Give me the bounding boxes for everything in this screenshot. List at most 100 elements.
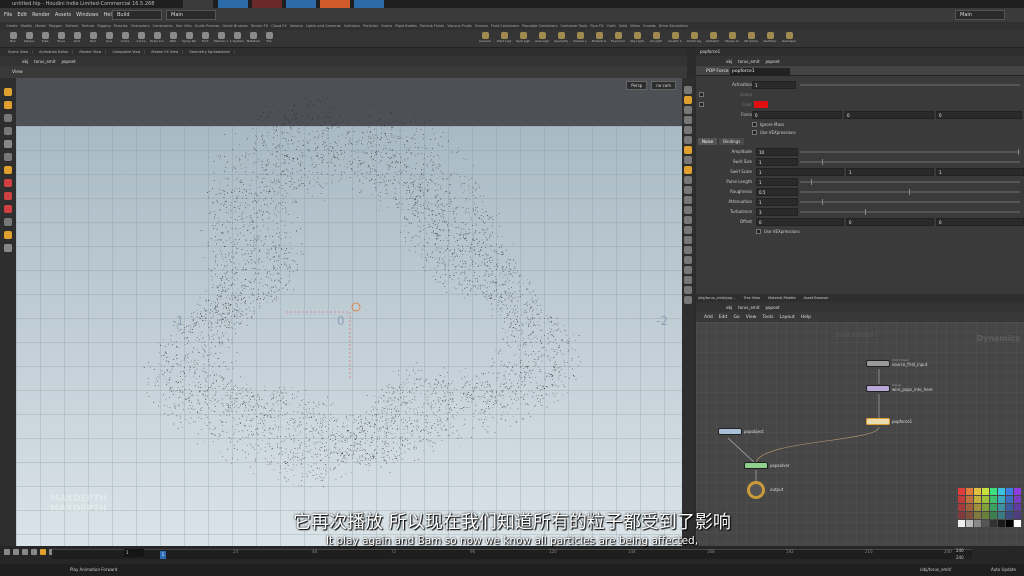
shelf-tab[interactable]: Model bbox=[35, 24, 46, 28]
shelf-tab[interactable]: Guide Brushes bbox=[222, 24, 247, 28]
tab-composite-view[interactable]: Composite View bbox=[108, 50, 146, 54]
light-tool-spot-light[interactable]: Spot Light bbox=[516, 31, 530, 47]
palette-swatch[interactable] bbox=[1014, 504, 1021, 511]
noise-vector-field[interactable]: 0 bbox=[936, 218, 1024, 226]
shelf-tab[interactable]: Pyro FX bbox=[590, 24, 603, 28]
noise-vector-field[interactable]: 1 bbox=[936, 168, 1024, 176]
build-dropdown[interactable]: Build bbox=[112, 10, 162, 20]
display-option-icon[interactable] bbox=[684, 246, 692, 254]
slider-handle[interactable] bbox=[1018, 149, 1019, 155]
shelf-tab[interactable]: Particle Fluids bbox=[420, 24, 444, 28]
shelf-tool-tube[interactable]: Tube bbox=[38, 31, 52, 47]
viewport-tool-icon[interactable] bbox=[4, 231, 12, 239]
net-path-popnet[interactable]: popnet bbox=[765, 305, 779, 310]
viewport-tool-icon[interactable] bbox=[4, 218, 12, 226]
play-back-icon[interactable] bbox=[22, 549, 28, 555]
shelf-tool-file[interactable]: File bbox=[262, 31, 276, 47]
start-frame-field[interactable]: 1 bbox=[124, 549, 144, 557]
tab-geometry-spreadsheet[interactable]: Geometry Spreadsheet bbox=[185, 50, 235, 54]
force-z[interactable]: 0 bbox=[936, 111, 1022, 119]
net-path-obj[interactable]: obj bbox=[726, 305, 732, 310]
node-name-field[interactable]: popforce1 bbox=[730, 68, 790, 75]
menu-file[interactable]: File bbox=[4, 12, 12, 18]
shelf-tab[interactable]: Wires bbox=[630, 24, 640, 28]
palette-swatch[interactable] bbox=[998, 496, 1005, 503]
param-path-obj[interactable]: obj bbox=[726, 59, 732, 64]
palette-swatch[interactable] bbox=[1006, 488, 1013, 495]
param-path-torus-emit[interactable]: torus_emit bbox=[738, 59, 759, 64]
palette-swatch[interactable] bbox=[982, 488, 989, 495]
shelf-tab[interactable]: Fluid Containers bbox=[491, 24, 519, 28]
light-tool-gi-light[interactable]: GI Light bbox=[649, 31, 663, 47]
desktop-dropdown[interactable]: Main bbox=[955, 10, 1005, 20]
end-frame-2[interactable]: 240 bbox=[956, 555, 964, 560]
palette-swatch[interactable] bbox=[1014, 488, 1021, 495]
tab-popforce1[interactable]: popforce1 bbox=[700, 49, 720, 54]
display-option-icon[interactable] bbox=[684, 236, 692, 244]
shelf-tab[interactable]: Populate Containers bbox=[522, 24, 557, 28]
palette-swatch[interactable] bbox=[974, 496, 981, 503]
viewport-tool-icon[interactable] bbox=[4, 244, 12, 252]
palette-swatch[interactable] bbox=[998, 504, 1005, 511]
net-menu-help[interactable]: Help bbox=[801, 315, 811, 320]
viewport-tool-icon[interactable] bbox=[4, 205, 12, 213]
slider-handle[interactable] bbox=[821, 199, 823, 205]
light-tool-distant-light[interactable]: Distant Light bbox=[592, 31, 606, 47]
play-forward-icon[interactable] bbox=[40, 549, 46, 555]
light-tool-portal-light[interactable]: Portal Light bbox=[687, 31, 701, 47]
palette-swatch[interactable] bbox=[966, 504, 973, 511]
light-tool-gamepad-camera[interactable]: Gamepad Camera bbox=[782, 31, 796, 47]
viewport-tool-icon[interactable] bbox=[4, 114, 12, 122]
display-option-icon[interactable] bbox=[684, 216, 692, 224]
auto-update-button[interactable]: Auto Update bbox=[991, 567, 1016, 572]
shelf-tab[interactable]: Modify bbox=[21, 24, 33, 28]
noise-slider[interactable] bbox=[800, 189, 1020, 195]
shelf-tool-box[interactable]: Box bbox=[6, 31, 20, 47]
group-toggle[interactable] bbox=[699, 92, 704, 97]
viewport-tool-icon[interactable] bbox=[4, 140, 12, 148]
tab-network[interactable]: /obj/torus_emit/pop... bbox=[698, 296, 735, 300]
display-option-icon[interactable] bbox=[684, 146, 692, 154]
param-path-popnet[interactable]: popnet bbox=[765, 59, 779, 64]
palette-swatch[interactable] bbox=[1006, 504, 1013, 511]
palette-swatch[interactable] bbox=[966, 488, 973, 495]
noise-vector-field[interactable]: 0 bbox=[756, 218, 844, 226]
viewport-tool-icon[interactable] bbox=[4, 153, 12, 161]
noise-vector-field[interactable]: 1 bbox=[846, 168, 934, 176]
shelf-tab[interactable]: Volume bbox=[290, 24, 303, 28]
node-popobject[interactable] bbox=[718, 428, 742, 435]
step-back-icon[interactable] bbox=[13, 549, 19, 555]
palette-swatch[interactable] bbox=[966, 496, 973, 503]
path-torus-emit[interactable]: torus_emit bbox=[34, 59, 55, 64]
light-tool-environment-light[interactable]: Environment Light bbox=[611, 31, 625, 47]
node-popsolver[interactable] bbox=[744, 462, 768, 469]
shelf-tool-line[interactable]: Line bbox=[102, 31, 116, 47]
shelf-tab[interactable]: Polygon bbox=[49, 24, 63, 28]
tab-render-view[interactable]: Render View bbox=[75, 50, 107, 54]
path-popnet[interactable]: popnet bbox=[61, 59, 75, 64]
viewport-tool-icon[interactable] bbox=[4, 88, 12, 96]
display-option-icon[interactable] bbox=[684, 136, 692, 144]
display-option-icon[interactable] bbox=[684, 226, 692, 234]
net-path-torus-emit[interactable]: torus_emit bbox=[738, 305, 759, 310]
frame-cursor[interactable]: 1 bbox=[160, 551, 166, 559]
net-menu-add[interactable]: Add bbox=[704, 315, 713, 320]
shelf-tab[interactable]: Particles bbox=[363, 24, 378, 28]
palette-swatch[interactable] bbox=[990, 488, 997, 495]
noise-value-field[interactable]: 1 bbox=[756, 178, 798, 186]
palette-swatch[interactable] bbox=[1014, 496, 1021, 503]
shelf-tool-torus[interactable]: Torus bbox=[54, 31, 68, 47]
use-vexpressions-checkbox[interactable] bbox=[752, 130, 757, 135]
shelf-tab[interactable]: Collisions bbox=[344, 24, 360, 28]
viewport-tool-icon[interactable] bbox=[4, 101, 12, 109]
tab-motion-fx-view[interactable]: Motion FX View bbox=[147, 50, 184, 54]
shelf-tab[interactable]: Texture bbox=[82, 24, 95, 28]
node-output[interactable] bbox=[747, 481, 765, 499]
shelf-tab[interactable]: Viscous Fluids bbox=[447, 24, 472, 28]
light-tool-sky-light[interactable]: Sky Light bbox=[630, 31, 644, 47]
viewport-tool-icon[interactable] bbox=[4, 127, 12, 135]
shelf-tool-metaball[interactable]: Metaball bbox=[246, 31, 260, 47]
light-tool-ambient-light[interactable]: Ambient Light bbox=[706, 31, 720, 47]
noise-value-field[interactable]: 1 bbox=[756, 158, 798, 166]
palette-swatch[interactable] bbox=[990, 504, 997, 511]
